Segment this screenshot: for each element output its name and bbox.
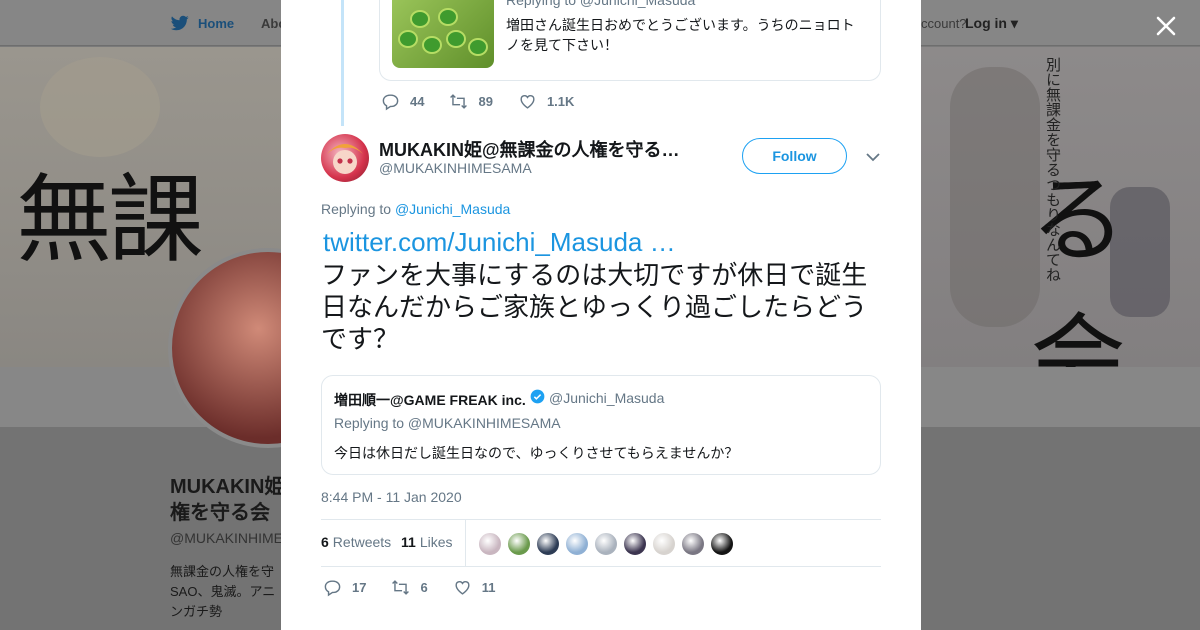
login-label: Log in — [965, 15, 1007, 31]
previous-tweet-text: 増田さん誕生日おめでとうございます。うちのニョロトノを見て下さい！ — [506, 17, 855, 53]
author-name[interactable]: MUKAKIN姫@無課金の人権を守る… — [379, 136, 680, 162]
author-avatar[interactable] — [321, 134, 369, 182]
nav-account-prompt: ccount? — [921, 16, 967, 31]
tweet-permalink-modal: Replying to @Junichi_Masuda 増田さん誕生日おめでとう… — [281, 0, 921, 630]
follow-button[interactable]: Follow — [742, 138, 847, 174]
tweet-actions: 17 6 11 — [323, 578, 520, 597]
avatar-art — [327, 144, 363, 174]
frog-figure — [410, 10, 430, 28]
replying-to: Replying to @Junichi_Masuda — [321, 201, 510, 217]
reply-button[interactable]: 17 — [323, 578, 366, 597]
profile-bio-line3: ンガチ勢 — [170, 604, 223, 619]
likes-stat-count: 11 — [401, 534, 416, 550]
profile-name: MUKAKIN姫 権を守る会 — [170, 474, 284, 526]
quoted-tweet[interactable]: 増田順一@GAME FREAK inc. @Junichi_Masuda Rep… — [321, 375, 881, 475]
liker-avatar[interactable] — [681, 532, 705, 556]
chevron-down-icon[interactable] — [864, 148, 882, 166]
like-count: 1.1K — [546, 94, 575, 109]
tweet-timestamp[interactable]: 8:44 PM - 11 Jan 2020 — [321, 489, 462, 505]
retweet-button[interactable]: 89 — [449, 92, 493, 111]
previous-tweet-quote-card[interactable]: Replying to @Junichi_Masuda 増田さん誕生日おめでとう… — [379, 0, 881, 81]
author-handle[interactable]: @MUKAKINHIMESAMA — [379, 160, 532, 176]
retweet-count: 6 — [420, 580, 428, 595]
liker-avatar[interactable] — [710, 532, 734, 556]
banner-title-left: 無課 — [16, 164, 204, 276]
banner-character-right — [950, 67, 1040, 327]
like-button[interactable]: 11 — [453, 578, 496, 597]
like-count: 11 — [481, 580, 496, 595]
liker-avatars — [478, 532, 734, 556]
reply-count: 17 — [352, 580, 367, 595]
profile-name-line2: 権を守る会 — [170, 502, 270, 524]
frog-figure — [438, 8, 458, 26]
reply-count: 44 — [410, 94, 425, 109]
heart-icon — [520, 95, 535, 109]
thread-connector-line — [341, 0, 344, 126]
close-icon[interactable] — [1152, 12, 1180, 40]
tweet-stats: 6 Retweets 11 Likes — [321, 519, 881, 567]
retweets-stat-label: Retweets — [332, 534, 392, 550]
frog-figure — [422, 36, 442, 54]
previous-tweet-replying: Replying to @Junichi_Masuda — [506, 0, 696, 8]
quoted-tweet-text: 今日は休日だし誕生日なので、ゆっくりさせてもらえませんか？ — [334, 445, 739, 461]
reply-button[interactable]: 44 — [381, 92, 424, 111]
retweet-icon — [392, 580, 410, 595]
previous-tweet-image[interactable] — [392, 0, 494, 68]
reply-icon — [382, 94, 399, 111]
frog-figure — [446, 30, 466, 48]
liker-avatar[interactable] — [652, 532, 676, 556]
profile-name-line1: MUKAKIN姫 — [170, 476, 285, 498]
nav-home-label: Home — [198, 15, 235, 31]
banner-vertical-text: 別に無課金を守るつもりなんてね — [1044, 57, 1062, 282]
liker-avatar[interactable] — [478, 532, 502, 556]
replying-to-link[interactable]: @Junichi_Masuda — [395, 201, 510, 217]
frog-figure — [398, 30, 418, 48]
tweet-url-link[interactable]: twitter.com/Junichi_Masuda … — [323, 227, 676, 258]
retweet-count: 89 — [478, 94, 493, 109]
retweet-icon — [450, 94, 468, 109]
likes-stat-label: Likes — [419, 534, 453, 550]
nav-home-link[interactable]: Home — [170, 14, 234, 32]
retweets-stat[interactable]: 6 Retweets — [321, 534, 391, 550]
quoted-replying-to: Replying to @MUKAKINHIMESAMA — [334, 415, 561, 431]
tweet-text: ファンを大事にするのは大切ですが休日で誕生日なんだからご家族とゆっくり過ごしたら… — [321, 260, 868, 354]
like-button[interactable]: 1.1K — [518, 92, 574, 111]
heart-icon — [455, 581, 470, 595]
reply-icon — [324, 580, 341, 597]
liker-avatar[interactable] — [507, 532, 531, 556]
replying-prefix: Replying to — [321, 201, 392, 217]
profile-bio: 無課金の人権を守 SAO、鬼滅。アニ ンガチ勢 — [170, 562, 275, 622]
retweets-stat-count: 6 — [321, 534, 329, 550]
quoted-author-handle: @Junichi_Masuda — [549, 390, 665, 406]
frog-figure — [468, 38, 488, 56]
twitter-bird-icon — [170, 15, 189, 31]
previous-tweet-actions: 44 89 1.1K — [381, 92, 599, 111]
liker-avatar[interactable] — [536, 532, 560, 556]
stats-divider — [465, 520, 466, 566]
chevron-down-icon: ▾ — [1010, 15, 1018, 31]
likes-stat[interactable]: 11 Likes — [401, 534, 453, 550]
profile-bio-line1: 無課金の人権を守 — [170, 564, 275, 579]
verified-badge-icon — [530, 389, 545, 404]
profile-handle: @MUKAKINHIME — [170, 530, 283, 546]
quoted-author-name: 増田順一@GAME FREAK inc. — [334, 392, 526, 408]
liker-avatar[interactable] — [623, 532, 647, 556]
profile-bio-line2: SAO、鬼滅。アニ — [170, 584, 276, 599]
nav-login-link[interactable]: Log in ▾ — [965, 15, 1018, 32]
retweet-button[interactable]: 6 — [391, 578, 428, 597]
liker-avatar[interactable] — [594, 532, 618, 556]
liker-avatar[interactable] — [565, 532, 589, 556]
